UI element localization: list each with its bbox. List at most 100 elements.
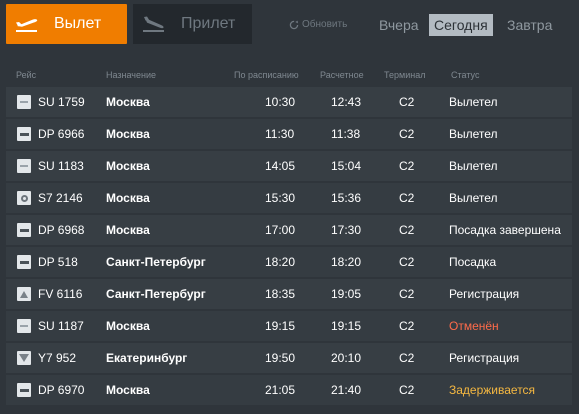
flight-number: DP 6970 bbox=[38, 383, 85, 397]
airline-logo-icon bbox=[17, 191, 31, 205]
airline-logo-icon bbox=[17, 127, 31, 141]
flight-status: Задерживается bbox=[449, 383, 536, 397]
table-header: Рейс Назначение По расписанию Расчетное … bbox=[0, 50, 579, 82]
arrivals-label: Прилет bbox=[181, 15, 236, 32]
flight-number: FV 6116 bbox=[38, 287, 83, 301]
table-row[interactable]: DP 6970 Москва 21:05 21:40 C2 Задерживае… bbox=[6, 375, 572, 405]
estimated-time: 20:10 bbox=[331, 351, 362, 365]
estimated-time: 11:38 bbox=[331, 127, 361, 141]
departures-button[interactable]: Вылет bbox=[6, 4, 127, 44]
table-row[interactable]: Y7 952 Екатеринбург 19:50 20:10 C2 Регис… bbox=[6, 343, 572, 373]
column-flight: Рейс bbox=[16, 70, 37, 80]
refresh-label: Обновить bbox=[302, 19, 348, 30]
table-row[interactable]: SU 1187 Москва 19:15 19:15 C2 Отменён bbox=[6, 311, 572, 341]
terminal: C2 bbox=[399, 255, 415, 269]
airline-logo-icon bbox=[17, 319, 31, 333]
column-terminal: Терминал bbox=[384, 70, 426, 80]
table-row[interactable]: SU 1183 Москва 14:05 15:04 C2 Вылетел bbox=[6, 151, 572, 181]
refresh-button[interactable]: Обновить bbox=[289, 19, 347, 30]
table-row[interactable]: DP 6966 Москва 11:30 11:38 C2 Вылетел bbox=[6, 119, 572, 149]
destination: Москва bbox=[106, 223, 150, 237]
estimated-time: 15:36 bbox=[331, 191, 362, 205]
airline-logo-icon bbox=[17, 223, 31, 237]
airline-logo-icon bbox=[17, 351, 31, 365]
flight-number: SU 1759 bbox=[38, 95, 85, 109]
table-row[interactable]: SU 1759 Москва 10:30 12:43 C2 Вылетел bbox=[6, 87, 572, 117]
scheduled-time: 14:05 bbox=[265, 159, 296, 173]
column-status: Статус bbox=[451, 70, 480, 80]
flight-status: Вылетел bbox=[449, 159, 498, 173]
flight-status: Регистрация bbox=[449, 351, 520, 365]
scheduled-time: 21:05 bbox=[265, 383, 296, 397]
scheduled-time: 18:35 bbox=[265, 287, 296, 301]
destination: Санкт-Петербург bbox=[106, 255, 206, 269]
destination: Москва bbox=[106, 127, 150, 141]
flight-status: Вылетел bbox=[449, 95, 498, 109]
destination: Санкт-Петербург bbox=[106, 287, 206, 301]
plane-arrival-icon bbox=[143, 16, 164, 32]
estimated-time: 21:40 bbox=[331, 383, 362, 397]
destination: Москва bbox=[106, 159, 150, 173]
table-row[interactable]: DP 6968 Москва 17:00 17:30 C2 Посадка за… bbox=[6, 215, 572, 245]
estimated-time: 12:43 bbox=[331, 95, 362, 109]
terminal: C2 bbox=[399, 319, 415, 333]
plane-departure-icon bbox=[16, 19, 38, 32]
table-row[interactable]: S7 2146 Москва 15:30 15:36 C2 Вылетел bbox=[6, 183, 572, 213]
destination: Москва bbox=[106, 95, 150, 109]
airline-logo-icon bbox=[17, 95, 31, 109]
flight-status: Вылетел bbox=[449, 127, 498, 141]
terminal: C2 bbox=[399, 287, 415, 301]
airline-logo-icon bbox=[17, 159, 31, 173]
flight-status: Отменён bbox=[449, 319, 499, 333]
day-tab-today[interactable]: Сегодня bbox=[429, 14, 493, 36]
flight-number: DP 6966 bbox=[38, 127, 85, 141]
airline-logo-icon bbox=[17, 255, 31, 269]
flight-number: S7 2146 bbox=[38, 191, 83, 205]
destination: Екатеринбург bbox=[106, 351, 188, 365]
terminal: C2 bbox=[399, 127, 415, 141]
scheduled-time: 18:20 bbox=[265, 255, 296, 269]
estimated-time: 19:05 bbox=[331, 287, 362, 301]
departures-label: Вылет bbox=[54, 15, 102, 32]
top-bar: Вылет Прилет Обновить Вчера Сегодня Завт… bbox=[0, 0, 579, 50]
destination: Москва bbox=[106, 383, 150, 397]
terminal: C2 bbox=[399, 351, 415, 365]
estimated-time: 19:15 bbox=[331, 319, 362, 333]
destination: Москва bbox=[106, 191, 150, 205]
terminal: C2 bbox=[399, 159, 415, 173]
table-row[interactable]: FV 6116 Санкт-Петербург 18:35 19:05 C2 Р… bbox=[6, 279, 572, 309]
day-tab-yesterday[interactable]: Вчера bbox=[379, 14, 419, 36]
column-scheduled: По расписанию bbox=[234, 70, 299, 80]
estimated-time: 18:20 bbox=[331, 255, 362, 269]
flight-number: DP 6968 bbox=[38, 223, 85, 237]
flight-number: Y7 952 bbox=[38, 351, 77, 365]
scheduled-time: 11:30 bbox=[265, 127, 295, 141]
flight-status: Регистрация bbox=[449, 287, 520, 301]
table-row[interactable]: DP 518 Санкт-Петербург 18:20 18:20 C2 По… bbox=[6, 247, 572, 277]
estimated-time: 15:04 bbox=[331, 159, 362, 173]
flights-table: SU 1759 Москва 10:30 12:43 C2 Вылетел DP… bbox=[6, 87, 572, 407]
flight-status: Посадка bbox=[449, 255, 497, 269]
refresh-icon bbox=[289, 20, 299, 29]
column-estimated: Расчетное bbox=[320, 70, 364, 80]
arrivals-button[interactable]: Прилет bbox=[133, 4, 252, 44]
flight-number: DP 518 bbox=[38, 255, 78, 269]
terminal: C2 bbox=[399, 383, 415, 397]
column-destination: Назначение bbox=[106, 70, 157, 80]
flight-status: Посадка завершена bbox=[449, 223, 561, 237]
terminal: C2 bbox=[399, 223, 415, 237]
flight-status: Вылетел bbox=[449, 191, 498, 205]
scheduled-time: 19:15 bbox=[265, 319, 296, 333]
scheduled-time: 19:50 bbox=[265, 351, 296, 365]
airline-logo-icon bbox=[17, 287, 31, 301]
destination: Москва bbox=[106, 319, 150, 333]
terminal: C2 bbox=[399, 191, 415, 205]
flight-number: SU 1183 bbox=[38, 159, 84, 173]
terminal: C2 bbox=[399, 95, 415, 109]
scheduled-time: 10:30 bbox=[265, 95, 296, 109]
day-tab-tomorrow[interactable]: Завтра bbox=[507, 14, 552, 36]
scheduled-time: 17:00 bbox=[265, 223, 296, 237]
flight-number: SU 1187 bbox=[38, 319, 84, 333]
airline-logo-icon bbox=[17, 383, 31, 397]
estimated-time: 17:30 bbox=[331, 223, 362, 237]
